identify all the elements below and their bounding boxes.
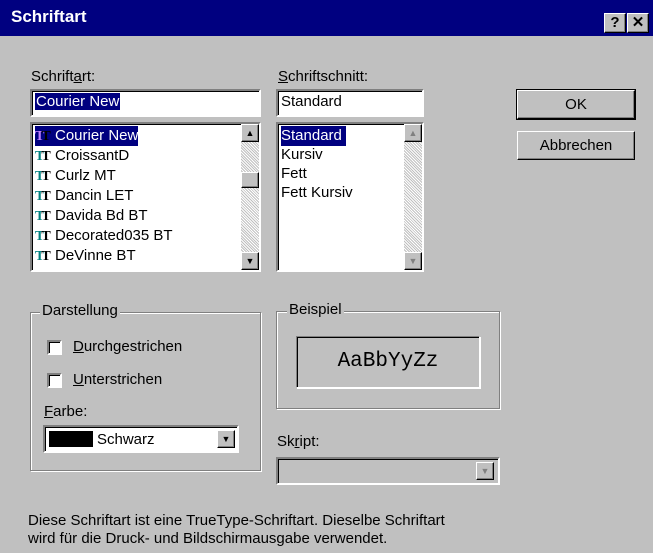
color-label: Farbe:: [44, 403, 88, 420]
close-icon: ✕: [631, 14, 645, 31]
title-bar[interactable]: Schriftart ? ✕: [0, 0, 653, 36]
style-input[interactable]: Standard: [276, 89, 424, 117]
font-list-item[interactable]: TT DeVinne BT: [35, 246, 136, 266]
font-list-item[interactable]: TT Dancin LET: [35, 186, 133, 206]
style-list[interactable]: Standard Kursiv Fett Fett Kursiv ▲ ▼: [276, 122, 424, 272]
font-dialog: Schriftart ? ✕ Schriftart: Courier New T…: [0, 0, 653, 553]
truetype-icon: TT: [35, 229, 51, 244]
font-description: Diese Schriftart ist eine TrueType-Schri…: [28, 512, 445, 548]
dropdown-arrow-icon: ▼: [476, 462, 494, 480]
style-list-scrollbar: [404, 124, 422, 270]
color-value: Schwarz: [97, 431, 155, 448]
truetype-icon: TT: [35, 189, 51, 204]
sample-group-label: Beispiel: [287, 301, 344, 318]
truetype-icon: TT: [35, 249, 51, 264]
font-list-item[interactable]: TT CroissantD: [35, 146, 129, 166]
scroll-thumb[interactable]: [241, 172, 259, 188]
sample-preview: AaBbYyZz: [296, 336, 480, 388]
font-name-input[interactable]: Courier New: [30, 89, 261, 117]
strikethrough-checkbox[interactable]: [47, 340, 62, 355]
font-list-item[interactable]: TT Courier New: [35, 126, 139, 146]
truetype-icon: TT: [35, 209, 51, 224]
cancel-button[interactable]: Abbrechen: [517, 131, 635, 160]
color-select[interactable]: Schwarz ▼: [43, 425, 239, 453]
close-button[interactable]: ✕: [627, 13, 649, 33]
style-list-item[interactable]: Standard: [281, 126, 346, 146]
dropdown-arrow-icon[interactable]: ▼: [217, 430, 235, 448]
style-list-item[interactable]: Fett Kursiv: [281, 183, 353, 203]
script-label: Skript:: [277, 433, 320, 450]
effects-group-label: Darstellung: [40, 302, 120, 319]
style-list-item[interactable]: Kursiv: [281, 145, 323, 165]
description-line: wird für die Druck- und Bildschirmausgab…: [28, 530, 388, 547]
strikethrough-label[interactable]: Durchgestrichen: [73, 338, 182, 355]
color-swatch: [49, 431, 93, 447]
script-select[interactable]: ▼: [276, 457, 500, 485]
truetype-icon: TT: [35, 129, 51, 144]
font-list-scrollbar[interactable]: [241, 124, 259, 270]
font-list-item[interactable]: TT Decorated035 BT: [35, 226, 173, 246]
style-list-item[interactable]: Fett: [281, 164, 307, 184]
underline-label[interactable]: Unterstrichen: [73, 371, 162, 388]
scroll-up-arrow-icon: ▲: [404, 124, 422, 142]
window-title: Schriftart: [11, 7, 87, 26]
scroll-down-arrow-icon: ▼: [404, 252, 422, 270]
description-line: Diese Schriftart ist eine TrueType-Schri…: [28, 512, 445, 529]
truetype-icon: TT: [35, 169, 51, 184]
font-list[interactable]: TT Courier New TT CroissantD TT Curlz MT TT…: [30, 122, 261, 272]
help-button[interactable]: ?: [604, 13, 626, 33]
font-name-value: Courier New: [35, 93, 121, 110]
style-value: Standard: [281, 93, 342, 110]
scroll-down-arrow-icon[interactable]: ▼: [241, 252, 259, 270]
ok-button[interactable]: OK: [516, 89, 636, 120]
font-list-item[interactable]: TT Curlz MT: [35, 166, 116, 186]
style-label: Schriftschnitt:: [278, 68, 369, 85]
scroll-up-arrow-icon[interactable]: ▲: [241, 124, 259, 142]
font-label: Schriftart:: [31, 68, 96, 85]
font-list-item[interactable]: TT Davida Bd BT: [35, 206, 148, 226]
truetype-icon: TT: [35, 149, 51, 164]
underline-checkbox[interactable]: [47, 373, 62, 388]
